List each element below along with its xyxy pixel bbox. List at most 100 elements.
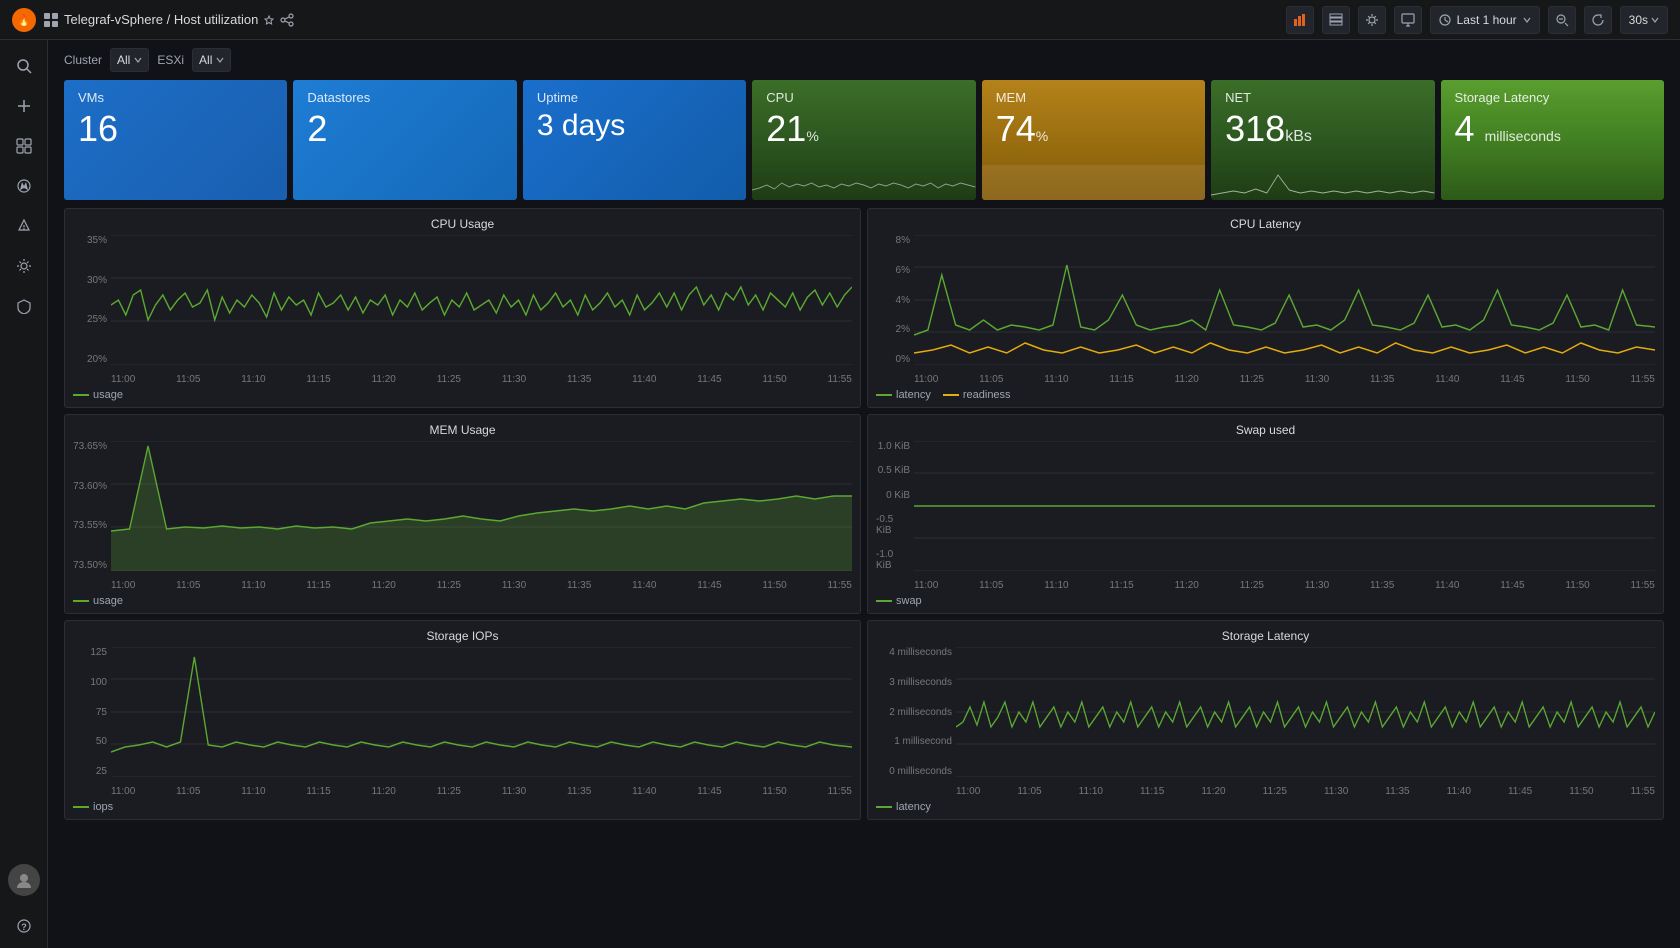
time-range-label: Last 1 hour [1457, 13, 1517, 27]
chart-area-swap-used: 1.0 KiB 0.5 KiB 0 KiB -0.5 KiB -1.0 KiB [876, 441, 1655, 591]
share-icon[interactable] [280, 13, 294, 27]
sidebar-dashboards-btn[interactable] [6, 128, 42, 164]
net-sparkline [1211, 155, 1434, 200]
cpu-usage-svg-area [111, 235, 852, 365]
logo-icon[interactable]: 🔥 [12, 8, 36, 32]
graph-view-btn[interactable] [1286, 6, 1314, 34]
star-icon[interactable] [264, 15, 274, 25]
stat-value-mem: 74% [996, 109, 1191, 149]
time-range-picker[interactable]: Last 1 hour [1430, 6, 1540, 34]
chart-title-mem-usage: MEM Usage [73, 423, 852, 437]
legend-dot-latency [876, 394, 892, 396]
legend-dot-swap [876, 600, 892, 602]
cluster-filter-label: Cluster [64, 53, 102, 67]
swap-legend: swap [876, 595, 1655, 607]
chart-title-storage-iops: Storage IOPs [73, 629, 852, 643]
stat-card-net: NET 318kBs [1211, 80, 1434, 200]
esxi-filter-label: ESXi [157, 53, 184, 67]
sidebar-add-btn[interactable] [6, 88, 42, 124]
sidebar-explore-btn[interactable] [6, 168, 42, 204]
storage-latency-y-axis: 4 milliseconds 3 milliseconds 2 millisec… [876, 647, 956, 777]
charts-grid: CPU Usage 35% 30% 25% 20% [48, 208, 1680, 828]
stat-value-uptime: 3 days [537, 109, 732, 142]
legend-dot-iops [73, 806, 89, 808]
mem-usage-legend: usage [73, 595, 852, 607]
table-view-btn[interactable] [1322, 6, 1350, 34]
user-avatar[interactable] [8, 864, 40, 896]
chart-cpu-latency: CPU Latency 8% 6% 4% 2% 0% [867, 208, 1664, 408]
stat-title-uptime: Uptime [537, 90, 732, 105]
esxi-dropdown[interactable]: All [192, 48, 231, 72]
mem-usage-svg-area [111, 441, 852, 571]
chart-area-mem-usage: 73.65% 73.60% 73.55% 73.50% [73, 441, 852, 591]
stat-title-cpu: CPU [766, 90, 961, 105]
storage-latency-x-axis: 11:00 11:05 11:10 11:15 11:20 11:25 11:3… [956, 786, 1655, 797]
refresh-interval-btn[interactable]: 30s [1620, 6, 1668, 34]
sidebar: ? [0, 40, 48, 948]
monitor-btn[interactable] [1394, 6, 1422, 34]
esxi-value: All [199, 53, 212, 67]
zoom-out-btn[interactable] [1548, 6, 1576, 34]
legend-latency: latency [876, 389, 931, 401]
cpu-latency-y-axis: 8% 6% 4% 2% 0% [876, 235, 914, 365]
chart-title-cpu-latency: CPU Latency [876, 217, 1655, 231]
legend-swap: swap [876, 595, 922, 607]
cpu-latency-x-axis: 11:00 11:05 11:10 11:15 11:20 11:25 11:3… [914, 374, 1655, 385]
cpu-latency-legend: latency readiness [876, 389, 1655, 401]
sidebar-shield-btn[interactable] [6, 288, 42, 324]
stat-card-cpu: CPU 21% [752, 80, 975, 200]
legend-mem-usage: usage [73, 595, 123, 607]
stat-card-storage-latency: Storage Latency 4 milliseconds [1441, 80, 1664, 200]
grid-icon [44, 13, 58, 27]
stat-value-cpu: 21% [766, 109, 961, 149]
stat-card-mem: MEM 74% [982, 80, 1205, 200]
dashboard-title: Telegraf-vSphere / Host utilization [44, 12, 294, 27]
mem-usage-y-axis: 73.65% 73.60% 73.55% 73.50% [73, 441, 111, 571]
refresh-btn[interactable] [1584, 6, 1612, 34]
top-nav: 🔥 Telegraf-vSphere / Host utilization La… [0, 0, 1680, 40]
sidebar-alerts-btn[interactable] [6, 208, 42, 244]
swap-x-axis: 11:00 11:05 11:10 11:15 11:20 11:25 11:3… [914, 580, 1655, 591]
legend-dot-storage-latency [876, 806, 892, 808]
cpu-usage-legend: usage [73, 389, 852, 401]
mem-sparkline [982, 155, 1205, 200]
legend-dot-usage [73, 394, 89, 396]
cluster-dropdown[interactable]: All [110, 48, 149, 72]
mem-usage-x-axis: 11:00 11:05 11:10 11:15 11:20 11:25 11:3… [111, 580, 852, 591]
chart-title-swap-used: Swap used [876, 423, 1655, 437]
legend-readiness: readiness [943, 389, 1011, 401]
stat-title-storage-latency: Storage Latency [1455, 90, 1650, 105]
legend-dot-mem-usage [73, 600, 89, 602]
chart-area-cpu-latency: 8% 6% 4% 2% 0% [876, 235, 1655, 385]
chart-mem-usage: MEM Usage 73.65% 73.60% 73.55% 73.50% [64, 414, 861, 614]
cpu-sparkline [752, 155, 975, 200]
storage-iops-legend: iops [73, 801, 852, 813]
stat-card-vms: VMs 16 [64, 80, 287, 200]
sidebar-config-btn[interactable] [6, 248, 42, 284]
storage-latency-svg-area [956, 647, 1655, 777]
stat-title-datastores: Datastores [307, 90, 502, 105]
legend-dot-readiness [943, 394, 959, 396]
cluster-value: All [117, 53, 130, 67]
stat-value-storage-latency: 4 milliseconds [1455, 109, 1650, 149]
sidebar-help-btn[interactable]: ? [6, 908, 42, 944]
sidebar-search-btn[interactable] [6, 48, 42, 84]
chart-title-cpu-usage: CPU Usage [73, 217, 852, 231]
stat-value-datastores: 2 [307, 109, 502, 149]
stat-title-net: NET [1225, 90, 1420, 105]
filter-bar: Cluster All ESXi All [48, 40, 1680, 80]
stat-title-vms: VMs [78, 90, 273, 105]
nav-icons-right: Last 1 hour 30s [1286, 6, 1668, 34]
chart-area-storage-latency: 4 milliseconds 3 milliseconds 2 millisec… [876, 647, 1655, 797]
interval-label: 30s [1629, 13, 1648, 27]
cpu-usage-x-axis: 11:00 11:05 11:10 11:15 11:20 11:25 11:3… [111, 374, 852, 385]
settings-btn[interactable] [1358, 6, 1386, 34]
stat-card-uptime: Uptime 3 days [523, 80, 746, 200]
stat-title-mem: MEM [996, 90, 1191, 105]
storage-iops-x-axis: 11:00 11:05 11:10 11:15 11:20 11:25 11:3… [111, 786, 852, 797]
svg-text:?: ? [21, 922, 27, 932]
chart-storage-latency: Storage Latency 4 milliseconds 3 millise… [867, 620, 1664, 820]
breadcrumb-org: Telegraf-vSphere / Host utilization [64, 12, 258, 27]
stat-card-datastores: Datastores 2 [293, 80, 516, 200]
cpu-usage-y-axis: 35% 30% 25% 20% [73, 235, 111, 365]
